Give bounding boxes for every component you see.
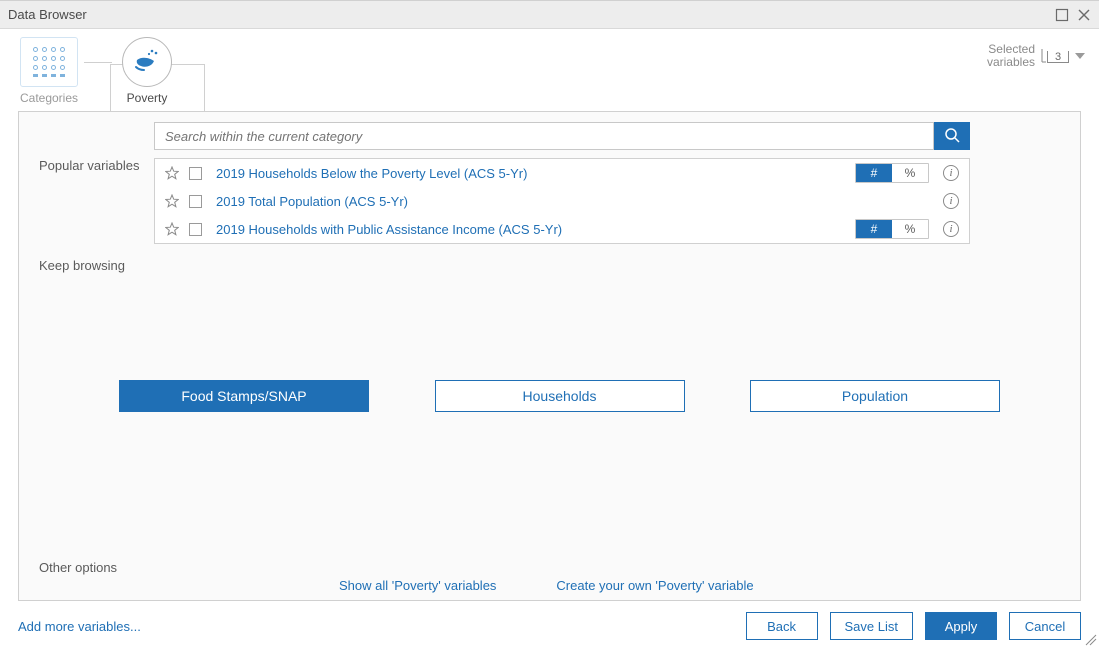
- cancel-button[interactable]: Cancel: [1009, 612, 1081, 640]
- selected-count: 3: [1047, 51, 1069, 63]
- variable-checkbox[interactable]: [189, 167, 202, 180]
- variable-row: 2019 Households with Public Assistance I…: [155, 215, 969, 243]
- popular-variables-list: 2019 Households Below the Poverty Level …: [154, 158, 970, 244]
- add-more-variables-link[interactable]: Add more variables...: [18, 619, 141, 634]
- info-icon[interactable]: i: [943, 165, 959, 181]
- favorite-star-icon[interactable]: [165, 166, 179, 180]
- favorite-star-icon[interactable]: [165, 222, 179, 236]
- data-browser-window: Data Browser Categories: [0, 0, 1099, 651]
- breadcrumb-categories[interactable]: Categories: [14, 37, 84, 105]
- footer: Add more variables... Back Save List App…: [0, 601, 1099, 651]
- save-list-button[interactable]: Save List: [830, 612, 913, 640]
- variable-name-link[interactable]: 2019 Total Population (ACS 5-Yr): [216, 194, 939, 209]
- chevron-down-icon: [1075, 53, 1085, 59]
- variable-checkbox[interactable]: [189, 223, 202, 236]
- titlebar: Data Browser: [0, 1, 1099, 29]
- maximize-icon[interactable]: [1055, 8, 1069, 22]
- back-button[interactable]: Back: [746, 612, 818, 640]
- selected-label-2: variables: [987, 56, 1035, 69]
- breadcrumb: Categories Poverty Selected: [0, 29, 1099, 111]
- section-popular-label: Popular variables: [39, 158, 139, 173]
- browse-category-button[interactable]: Food Stamps/SNAP: [119, 380, 369, 412]
- window-title: Data Browser: [8, 7, 87, 22]
- search-input[interactable]: [154, 122, 934, 150]
- resize-handle-icon[interactable]: [1085, 634, 1097, 649]
- categories-icon: [33, 47, 66, 77]
- browse-category-button[interactable]: Households: [435, 380, 685, 412]
- breadcrumb-categories-label: Categories: [20, 91, 78, 105]
- number-percent-toggle[interactable]: #%: [855, 163, 929, 183]
- search-icon: [944, 127, 960, 146]
- info-icon[interactable]: i: [943, 221, 959, 237]
- number-percent-toggle[interactable]: #%: [855, 219, 929, 239]
- cart-icon: 3: [1041, 49, 1069, 63]
- variable-name-link[interactable]: 2019 Households with Public Assistance I…: [216, 222, 855, 237]
- search-button[interactable]: [934, 122, 970, 150]
- info-icon[interactable]: i: [943, 193, 959, 209]
- selected-variables-tray[interactable]: Selected variables 3: [987, 43, 1085, 69]
- section-other-label: Other options: [39, 560, 117, 575]
- favorite-star-icon[interactable]: [165, 194, 179, 208]
- create-variable-link[interactable]: Create your own 'Poverty' variable: [556, 578, 753, 593]
- browse-category-button[interactable]: Population: [750, 380, 1000, 412]
- variable-row: 2019 Households Below the Poverty Level …: [155, 159, 969, 187]
- breadcrumb-poverty-label: Poverty: [127, 91, 168, 105]
- browse-category-buttons: Food Stamps/SNAP Households Population: [119, 380, 1000, 412]
- breadcrumb-separator: [84, 37, 112, 87]
- main-panel: Popular variables Keep browsing Other op…: [18, 111, 1081, 601]
- breadcrumb-poverty[interactable]: Poverty: [112, 37, 182, 105]
- close-icon[interactable]: [1077, 8, 1091, 22]
- poverty-icon: [132, 46, 162, 79]
- other-options-links: Show all 'Poverty' variables Create your…: [339, 578, 754, 593]
- variable-row: 2019 Total Population (ACS 5-Yr) i: [155, 187, 969, 215]
- apply-button[interactable]: Apply: [925, 612, 997, 640]
- section-browse-label: Keep browsing: [39, 258, 125, 273]
- variable-name-link[interactable]: 2019 Households Below the Poverty Level …: [216, 166, 855, 181]
- show-all-link[interactable]: Show all 'Poverty' variables: [339, 578, 496, 593]
- variable-checkbox[interactable]: [189, 195, 202, 208]
